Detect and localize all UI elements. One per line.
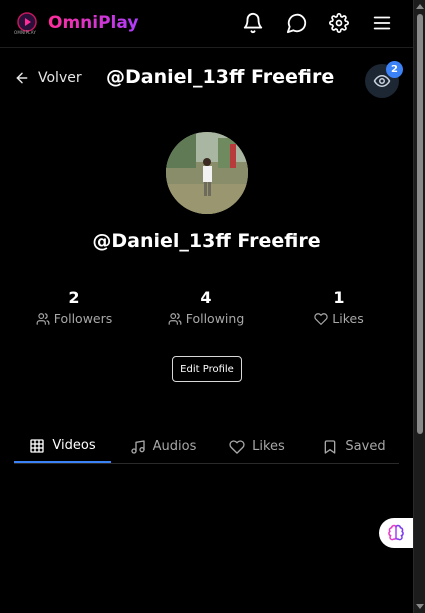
music-icon: [130, 439, 145, 454]
edit-profile-button[interactable]: Edit Profile: [172, 356, 242, 382]
tab-likes-label: Likes: [252, 439, 285, 454]
app-root: OMNIPLAY OmniPlay Volver @Daniel_13ff Fr…: [0, 0, 413, 613]
users-icon: [168, 312, 182, 325]
back-button[interactable]: Volver: [14, 68, 82, 88]
arrow-left-icon: [16, 72, 28, 84]
users-icon: [36, 312, 50, 325]
profile-username: @Daniel_13ff Freefire: [92, 230, 321, 252]
following-count: 4: [200, 288, 212, 307]
tab-saved[interactable]: Saved: [314, 430, 394, 463]
tab-saved-label: Saved: [345, 439, 386, 454]
bookmark-icon: [325, 439, 336, 454]
heart-icon: [229, 439, 245, 454]
stat-following[interactable]: 4 Following: [151, 288, 261, 326]
tab-videos-label: Videos: [52, 438, 96, 453]
heart-icon: [314, 312, 328, 325]
top-bar: OMNIPLAY OmniPlay: [0, 0, 413, 48]
page-scrollbar[interactable]: [413, 0, 425, 613]
views-count-badge: 2: [386, 61, 403, 78]
stat-likes[interactable]: 1 Likes: [284, 288, 394, 326]
back-label: Volver: [38, 70, 82, 86]
grid-icon: [30, 438, 45, 453]
tab-audios[interactable]: Audios: [118, 430, 208, 463]
followers-count: 2: [68, 288, 80, 307]
profile-avatar[interactable]: [166, 132, 248, 214]
likes-count: 1: [333, 288, 345, 307]
avatar-photo: [166, 132, 248, 214]
chat-icon[interactable]: [286, 12, 308, 34]
scroll-thumb[interactable]: [417, 14, 423, 434]
brain-icon: [388, 524, 404, 541]
tab-videos[interactable]: Videos: [14, 430, 111, 463]
followers-label: Followers: [53, 311, 113, 326]
assistant-button[interactable]: [379, 518, 413, 548]
tab-audios-label: Audios: [152, 439, 197, 454]
following-label: Following: [185, 311, 245, 326]
stat-followers[interactable]: 2 Followers: [19, 288, 129, 326]
bell-icon[interactable]: [242, 12, 264, 34]
tab-likes[interactable]: Likes: [217, 430, 297, 463]
scroll-down-arrow-icon[interactable]: [416, 604, 424, 609]
page-title: @Daniel_13ff Freefire: [106, 66, 335, 88]
likes-label: Likes: [332, 311, 364, 326]
scroll-up-arrow-icon[interactable]: [416, 4, 424, 9]
content-tabs: Videos Audios Likes Saved: [14, 430, 399, 464]
logo-caption: OMNIPLAY: [14, 30, 36, 35]
settings-icon[interactable]: [329, 13, 349, 33]
brand-name[interactable]: OmniPlay: [48, 13, 138, 33]
menu-icon[interactable]: [371, 12, 393, 34]
